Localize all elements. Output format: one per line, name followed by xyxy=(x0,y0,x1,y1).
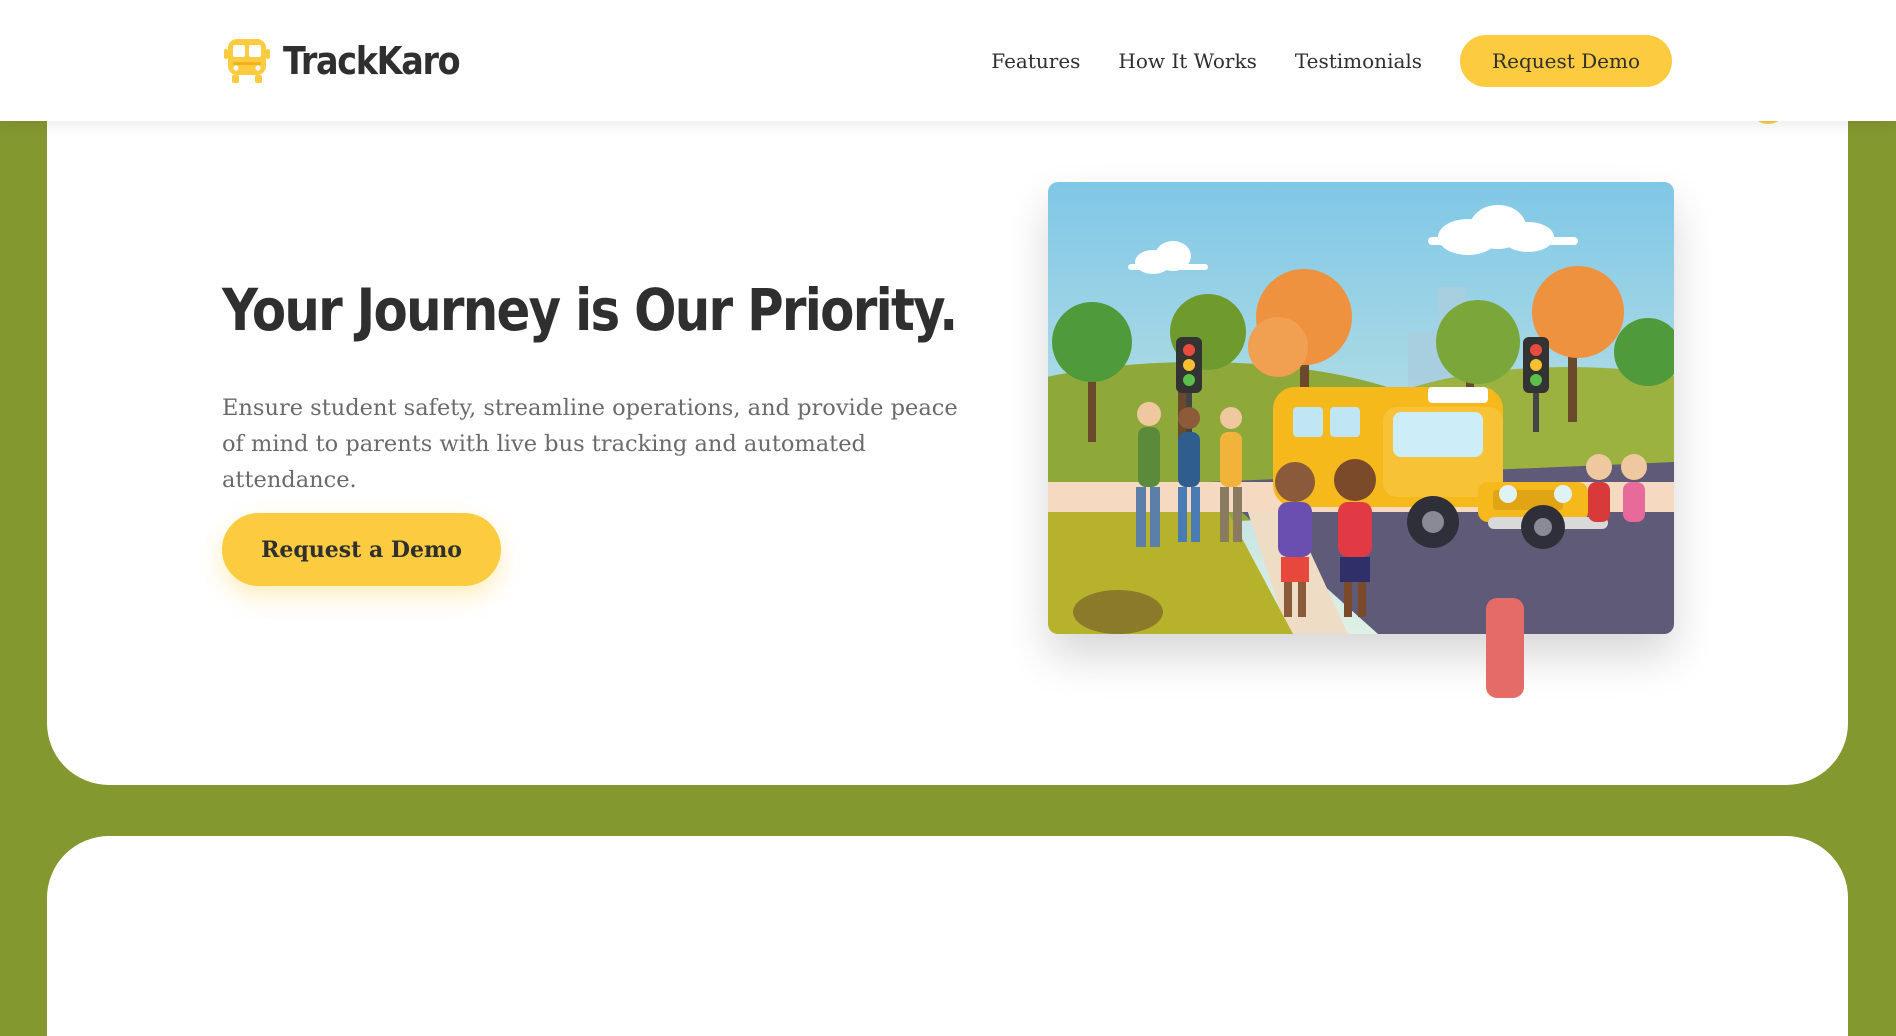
next-section xyxy=(47,836,1848,1036)
drag-handle[interactable] xyxy=(1486,598,1524,698)
illustration-svg xyxy=(1048,182,1674,634)
nav-link-features[interactable]: Features xyxy=(991,49,1080,73)
logo[interactable]: TrackKaro xyxy=(224,36,483,86)
nav-link-testimonials[interactable]: Testimonials xyxy=(1295,49,1422,73)
request-demo-button[interactable]: Request Demo xyxy=(1460,35,1672,87)
hero-subtitle: Ensure student safety, streamline operat… xyxy=(222,395,958,493)
hero-title: Your Journey is Our Priority. xyxy=(222,276,958,344)
brand-name: TrackKaro xyxy=(283,39,461,83)
request-a-demo-button[interactable]: Request a Demo xyxy=(222,513,501,586)
nav-link-how-it-works[interactable]: How It Works xyxy=(1118,49,1256,73)
navbar: TrackKaro Features How It Works Testimon… xyxy=(0,0,1896,121)
bus-icon xyxy=(224,39,270,83)
nav-links: Features How It Works Testimonials Reque… xyxy=(991,35,1672,87)
school-bus-illustration xyxy=(1048,182,1674,634)
